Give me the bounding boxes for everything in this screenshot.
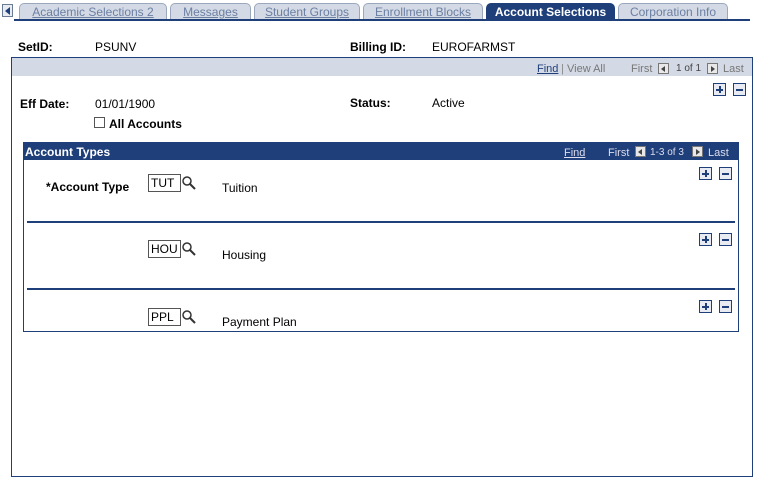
account-types-next-button[interactable]: [692, 146, 703, 157]
account-types-header: [24, 143, 738, 160]
lookup-magnifier-icon[interactable]: [181, 175, 197, 191]
account-type-input[interactable]: HOU: [148, 240, 181, 258]
account-types-row-count: 1-3 of 3: [650, 147, 684, 158]
lookup-magnifier-icon[interactable]: [181, 241, 197, 257]
all-accounts-label: All Accounts: [109, 117, 182, 131]
tab-label: Academic Selections 2: [32, 5, 154, 19]
nav-separator: |: [561, 63, 564, 75]
last-label: Last: [723, 63, 744, 75]
account-type-input[interactable]: TUT: [148, 174, 181, 192]
tab-corporation-info[interactable]: Corporation Info: [618, 3, 728, 20]
row-divider: [27, 221, 735, 223]
find-link[interactable]: Find: [537, 63, 558, 75]
tab-label: Corporation Info: [629, 5, 717, 19]
account-types-grid: [23, 142, 739, 332]
tab-account-selections[interactable]: Account Selections: [486, 3, 615, 20]
add-account-row-button[interactable]: [699, 233, 712, 246]
add-account-row-button[interactable]: [699, 167, 712, 180]
first-label: First: [631, 63, 653, 75]
lookup-magnifier-icon[interactable]: [181, 309, 197, 325]
account-types-find-link[interactable]: Find: [564, 147, 585, 159]
tab-label: Messages: [183, 5, 238, 19]
account-type-description: Tuition: [222, 181, 258, 195]
delete-account-row-button[interactable]: [719, 233, 732, 246]
billing-id-value: EUROFARMST: [432, 40, 516, 54]
tab-student-groups[interactable]: Student Groups: [254, 3, 360, 20]
eff-date-label: Eff Date:: [20, 97, 70, 111]
next-row-button[interactable]: [707, 63, 718, 74]
tab-messages[interactable]: Messages: [170, 3, 251, 20]
account-types-last-label: Last: [708, 147, 729, 159]
account-types-previous-button[interactable]: [635, 146, 646, 157]
previous-row-button[interactable]: [658, 63, 669, 74]
status-value: Active: [432, 96, 465, 110]
row-count: 1 of 1: [676, 63, 702, 74]
tab-scroll-left-button[interactable]: [2, 4, 13, 17]
setid-value: PSUNV: [95, 40, 137, 54]
eff-date-value: 01/01/1900: [95, 97, 156, 111]
tab-label: Account Selections: [494, 5, 607, 19]
add-account-row-button[interactable]: [699, 300, 712, 313]
status-label: Status:: [350, 96, 391, 110]
account-types-first-label: First: [608, 147, 630, 159]
tab-academic-selections-2[interactable]: Academic Selections 2: [19, 3, 167, 20]
tab-label: Student Groups: [264, 5, 350, 19]
add-row-button[interactable]: [713, 83, 726, 96]
setid-label: SetID:: [18, 40, 53, 54]
row-divider: [27, 288, 735, 290]
tab-label: Enrollment Blocks: [374, 5, 472, 19]
account-type-description: Payment Plan: [222, 315, 297, 329]
account-type-description: Housing: [222, 248, 267, 262]
account-types-title: Account Types: [25, 145, 111, 159]
tab-underline: [14, 19, 750, 21]
all-accounts-checkbox[interactable]: [94, 117, 105, 128]
billing-id-label: Billing ID:: [350, 40, 406, 54]
view-all-link[interactable]: View All: [567, 63, 605, 75]
account-type-label: *Account Type: [46, 180, 130, 194]
tab-enrollment-blocks[interactable]: Enrollment Blocks: [363, 3, 483, 20]
delete-account-row-button[interactable]: [719, 300, 732, 313]
delete-account-row-button[interactable]: [719, 167, 732, 180]
delete-row-button[interactable]: [733, 83, 746, 96]
account-type-input[interactable]: PPL: [148, 308, 181, 326]
